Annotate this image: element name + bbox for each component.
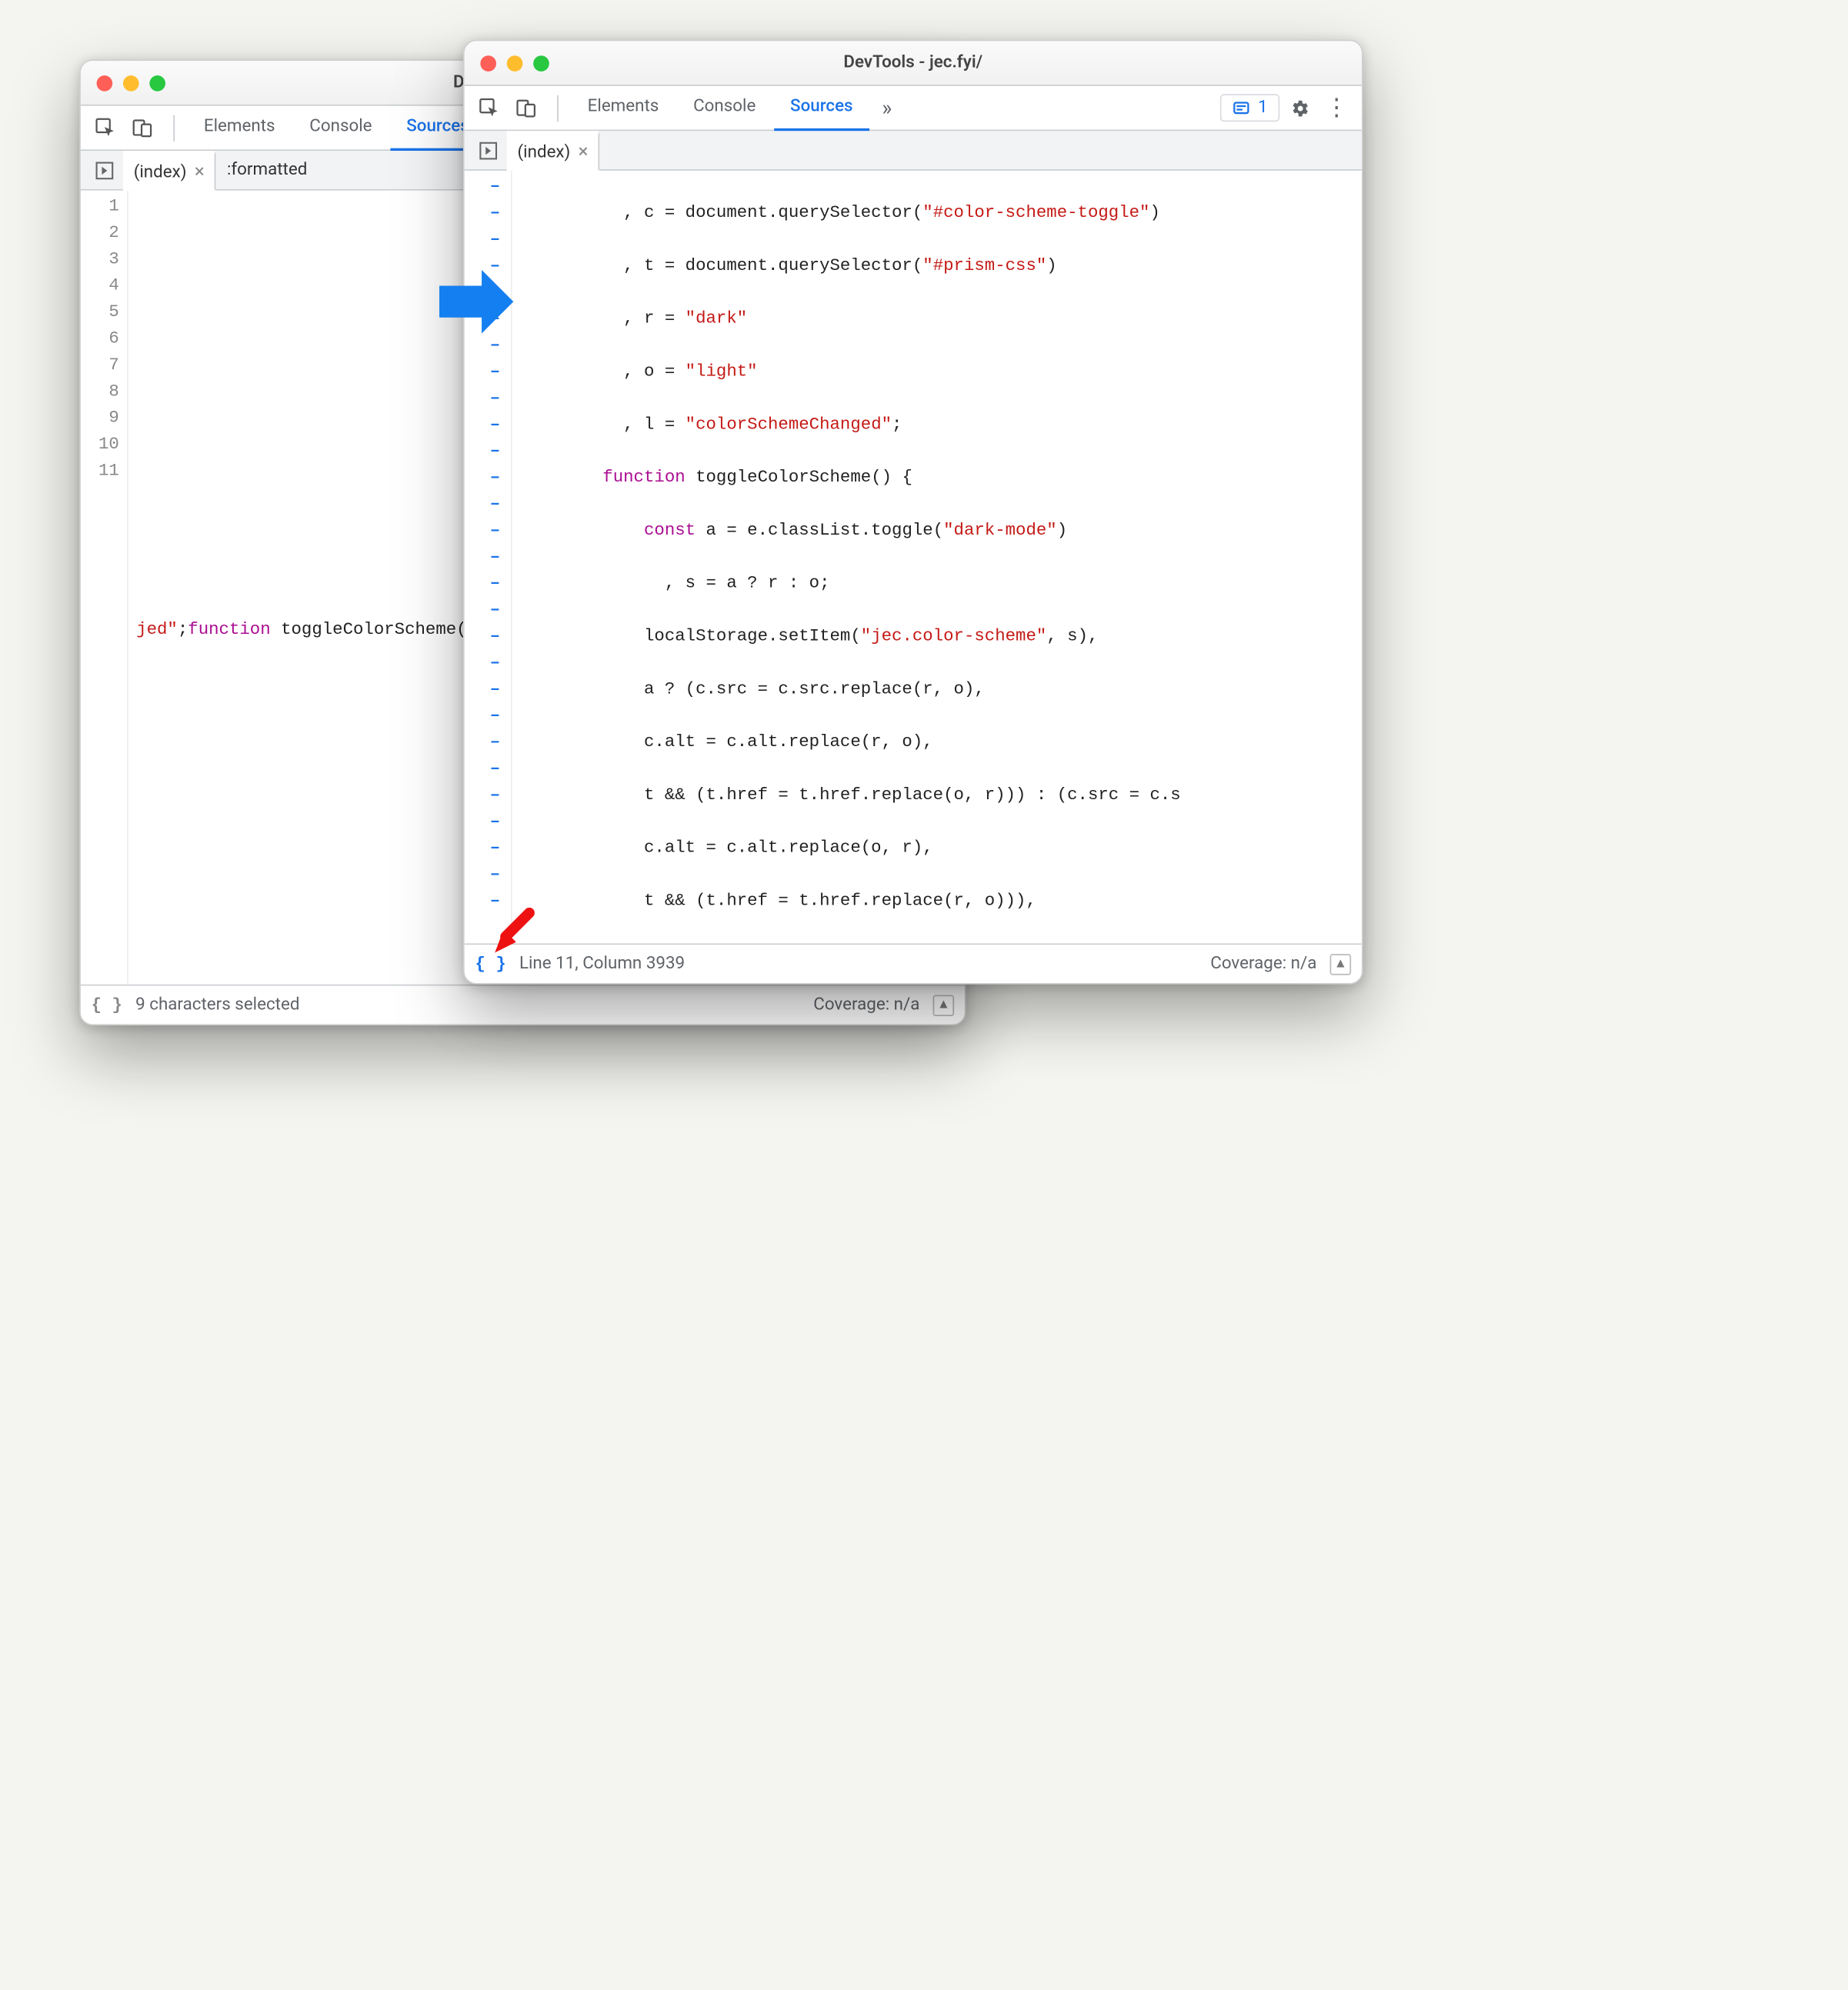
cursor-position: Line 11, Column 3939 <box>519 954 685 974</box>
file-tab-label: :formatted <box>227 160 307 180</box>
pretty-print-icon[interactable]: { } <box>475 954 505 974</box>
minimize-icon[interactable] <box>507 55 523 71</box>
annotation-arrow-down-left-icon <box>489 908 537 955</box>
file-tab-label: (index) <box>518 142 571 162</box>
code-editor[interactable]: ––––– ––––– ––––– ––––– ––––– ––– , c = … <box>465 171 1362 943</box>
tab-overflow[interactable]: » <box>872 95 902 121</box>
tab-console[interactable]: Console <box>294 105 389 150</box>
tab-console[interactable]: Console <box>677 85 772 130</box>
inspect-icon[interactable] <box>88 111 123 145</box>
file-tabs: (index) × <box>465 131 1362 171</box>
file-tab-index[interactable]: (index) × <box>507 131 600 171</box>
collapse-icon[interactable]: ▲ <box>1330 953 1352 975</box>
file-tab-formatted[interactable]: :formatted <box>216 150 318 190</box>
close-icon[interactable] <box>480 55 496 71</box>
coverage-text: Coverage: n/a <box>813 995 919 1015</box>
zoom-icon[interactable] <box>533 55 549 71</box>
device-toggle-icon[interactable] <box>125 111 160 145</box>
zoom-icon[interactable] <box>149 75 165 91</box>
file-tab-index[interactable]: (index) × <box>123 151 216 191</box>
collapse-icon[interactable]: ▲ <box>933 995 955 1016</box>
code-content[interactable]: , c = document.querySelector("#color-sch… <box>512 171 1362 943</box>
status-bar: { } Line 11, Column 3939 Coverage: n/a ▲ <box>465 943 1362 983</box>
issues-count: 1 <box>1258 98 1268 118</box>
file-tab-label: (index) <box>134 162 187 182</box>
tab-elements[interactable]: Elements <box>188 105 291 150</box>
titlebar: DevTools - jec.fyi/ <box>465 41 1362 85</box>
kebab-icon[interactable]: ⋮ <box>1319 91 1354 125</box>
device-toggle-icon[interactable] <box>509 91 544 125</box>
line-gutter: 1 2 3 4 5 6 7 8 9 10 11 <box>81 191 128 985</box>
tab-sources[interactable]: Sources <box>774 85 869 130</box>
window-title: DevTools - jec.fyi/ <box>465 53 1362 73</box>
issues-button[interactable]: 1 <box>1219 94 1279 122</box>
status-text: 9 characters selected <box>135 995 299 1015</box>
tab-elements[interactable]: Elements <box>572 85 675 130</box>
close-icon[interactable]: × <box>579 143 589 162</box>
inspect-icon[interactable] <box>472 91 507 125</box>
gear-icon[interactable] <box>1283 91 1317 125</box>
pretty-print-icon[interactable]: { } <box>92 995 122 1015</box>
devtools-window-right: DevTools - jec.fyi/ Elements Console Sou… <box>463 40 1363 985</box>
close-icon[interactable]: × <box>195 163 205 182</box>
coverage-text: Coverage: n/a <box>1210 954 1316 974</box>
status-bar: { } 9 characters selected Coverage: n/a … <box>81 985 965 1025</box>
main-toolbar: Elements Console Sources » 1 ⋮ <box>465 86 1362 131</box>
show-navigator-icon[interactable] <box>86 152 123 188</box>
close-icon[interactable] <box>97 75 113 91</box>
annotation-arrow-right-icon <box>437 262 516 342</box>
show-navigator-icon[interactable] <box>470 132 507 168</box>
minimize-icon[interactable] <box>123 75 139 91</box>
issues-icon <box>1232 98 1250 117</box>
